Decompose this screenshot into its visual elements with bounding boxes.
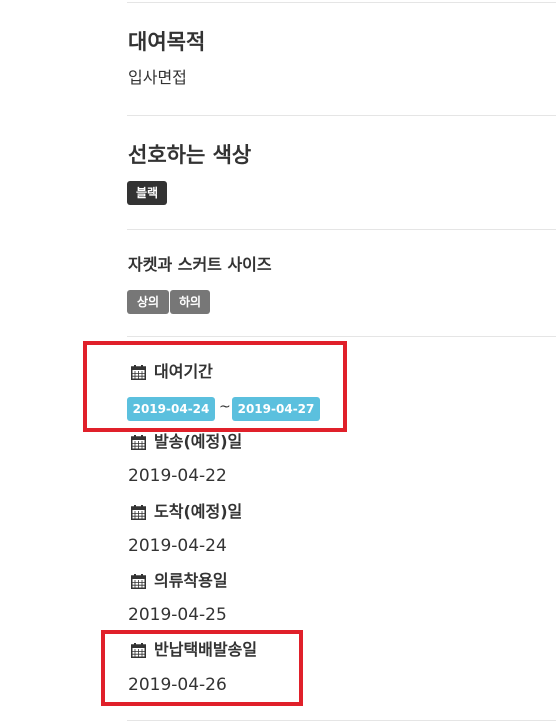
section-divider — [127, 229, 556, 230]
purpose-heading: 대여목적 — [128, 30, 206, 54]
size-heading: 자켓과 스커트 사이즈 — [128, 255, 272, 274]
color-pref-heading: 선호하는 색상 — [128, 143, 252, 167]
shipping-date: 2019-04-22 — [128, 466, 227, 486]
size-top-badge: 상의 — [127, 290, 169, 314]
size-bottom-badge: 하의 — [170, 290, 210, 314]
arrival-date: 2019-04-24 — [128, 536, 227, 556]
section-divider — [127, 2, 556, 3]
rental-period-highlight — [83, 341, 347, 432]
section-divider — [127, 720, 556, 721]
section-divider — [127, 115, 556, 116]
purpose-value: 입사면접 — [128, 68, 187, 87]
wear-date-value: 2019-04-25 — [128, 605, 227, 625]
calendar-icon — [131, 574, 146, 589]
return-date-highlight — [101, 630, 303, 706]
arrival-label: 도착(예정)일 — [154, 502, 243, 521]
calendar-icon — [131, 435, 146, 450]
calendar-icon — [131, 505, 146, 520]
shipping-label: 발송(예정)일 — [154, 432, 243, 451]
section-divider — [127, 336, 556, 337]
wear-date-label: 의류착용일 — [154, 571, 228, 590]
color-tag-badge: 블랙 — [127, 181, 167, 205]
